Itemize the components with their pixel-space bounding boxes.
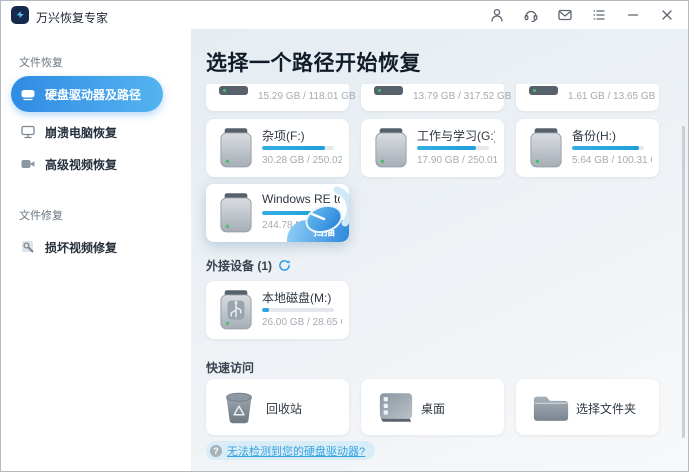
sidebar-item-label: 硬盘驱动器及路径	[45, 86, 141, 103]
drive-card-windows-re[interactable]: Windows RE to 244.78 MB / 98 扫描	[206, 184, 349, 242]
drive-card-work-g[interactable]: 工作与学习(G:) 17.90 GB / 250.01 GB	[361, 119, 504, 177]
quick-card-label: 回收站	[266, 400, 302, 417]
menu-icon[interactable]	[590, 6, 608, 24]
help-link-text: 无法检测到您的硬盘驱动器?	[227, 443, 365, 459]
capacity-bar	[262, 146, 334, 150]
drive-row-hover: Windows RE to 244.78 MB / 98 扫描	[206, 184, 349, 242]
drive-icon	[374, 86, 403, 95]
drive-icon	[374, 128, 408, 170]
drive-name: 杂项(F:)	[262, 127, 305, 144]
drive-size: 17.90 GB / 250.01 GB	[417, 155, 497, 166]
quick-card-label: 选择文件夹	[576, 400, 636, 417]
titlebar-actions	[488, 1, 676, 29]
drive-size: 5.64 GB / 100.31 GB	[572, 155, 652, 166]
usb-drive-icon	[219, 290, 253, 332]
drive-size: 26.00 GB / 28.65 GB	[262, 317, 342, 328]
quick-card-desktop[interactable]: 桌面	[361, 379, 504, 435]
vertical-scrollbar[interactable]	[682, 126, 685, 438]
desktop-icon	[377, 391, 415, 424]
capacity-bar	[262, 308, 334, 312]
app-title: 万兴恢复专家	[36, 9, 108, 26]
question-icon: ?	[210, 445, 222, 457]
drive-icon	[219, 128, 253, 170]
drive-icon	[219, 193, 253, 235]
user-icon[interactable]	[488, 6, 506, 24]
drive-card-misc-f[interactable]: 杂项(F:) 30.28 GB / 250.02 GB	[206, 119, 349, 177]
quick-access-row: 回收站 桌面 选择文件夹	[206, 379, 659, 435]
external-devices-label: 外接设备 (1)	[206, 257, 272, 274]
recycle-bin-icon	[222, 391, 256, 425]
external-drive-row: 本地磁盘(M:) 26.00 GB / 28.65 GB	[206, 281, 349, 339]
quick-card-select-folder[interactable]: 选择文件夹	[516, 379, 659, 435]
drive-size: 30.28 GB / 250.02 GB	[262, 155, 342, 166]
app-window: 万兴恢复专家 文件恢复 硬盘驱动器及路	[0, 0, 689, 472]
monitor-icon	[20, 124, 36, 140]
refresh-icon[interactable]	[278, 259, 291, 272]
sidebar-item-corrupted-video-repair[interactable]: 损坏视频修复	[11, 232, 163, 262]
drive-not-detected-help[interactable]: ? 无法检测到您的硬盘驱动器?	[206, 441, 375, 460]
sidebar: 文件恢复 硬盘驱动器及路径 崩溃电脑恢复 高级视频恢复 文件修复 损坏视频修复	[1, 29, 191, 471]
drive-name: 工作与学习(G:)	[417, 127, 495, 144]
quick-card-recycle-bin[interactable]: 回收站	[206, 379, 349, 435]
drive-row-partial: 15.29 GB / 118.01 GB 13.79 GB / 317.52 G…	[206, 84, 659, 111]
folder-icon	[532, 393, 570, 424]
capacity-bar	[572, 146, 644, 150]
drive-size: 1.61 GB / 13.65 GB	[568, 91, 655, 102]
sidebar-item-advanced-video-recovery[interactable]: 高级视频恢复	[11, 149, 163, 179]
drive-icon	[529, 128, 563, 170]
sidebar-section-file-recovery: 文件恢复	[19, 54, 63, 70]
partial-drive-card[interactable]: 1.61 GB / 13.65 GB	[516, 84, 659, 111]
drive-name: 备份(H:)	[572, 127, 616, 144]
quick-card-label: 桌面	[421, 400, 445, 417]
drive-name: 本地磁盘(M:)	[262, 289, 331, 306]
capacity-bar	[417, 146, 489, 150]
partial-drive-card[interactable]: 15.29 GB / 118.01 GB	[206, 84, 349, 111]
mail-icon[interactable]	[556, 6, 574, 24]
sidebar-item-crashed-computer-recovery[interactable]: 崩溃电脑恢复	[11, 117, 163, 147]
scan-lens-icon	[297, 186, 349, 242]
headset-icon[interactable]	[522, 6, 540, 24]
drive-icon	[219, 86, 248, 95]
external-devices-section: 外接设备 (1)	[206, 257, 291, 274]
sidebar-item-label: 崩溃电脑恢复	[45, 124, 117, 141]
titlebar: 万兴恢复专家	[1, 1, 688, 29]
drive-icon	[529, 86, 558, 95]
drive-card-backup-h[interactable]: 备份(H:) 5.64 GB / 100.31 GB	[516, 119, 659, 177]
main-panel: 选择一个路径开始恢复 15.29 GB / 118.01 GB 13.79 GB…	[191, 29, 688, 471]
video-icon	[20, 156, 36, 172]
close-icon[interactable]	[658, 6, 676, 24]
minimize-icon[interactable]	[624, 6, 642, 24]
quick-access-label: 快速访问	[206, 359, 254, 376]
drive-icon	[20, 86, 36, 102]
sidebar-section-file-repair: 文件修复	[19, 207, 63, 223]
sidebar-item-label: 高级视频恢复	[45, 156, 117, 173]
drive-row: 杂项(F:) 30.28 GB / 250.02 GB 工作与学习(G:) 17…	[206, 119, 659, 177]
sidebar-item-hard-drives-and-paths[interactable]: 硬盘驱动器及路径	[11, 76, 163, 112]
page-title: 选择一个路径开始恢复	[206, 47, 421, 77]
wrench-icon	[20, 239, 36, 255]
drive-size: 13.79 GB / 317.52 GB	[413, 91, 511, 102]
sidebar-item-label: 损坏视频修复	[45, 239, 117, 256]
app-logo-icon	[11, 6, 29, 24]
drive-size: 15.29 GB / 118.01 GB	[258, 91, 356, 102]
drive-card-local-m[interactable]: 本地磁盘(M:) 26.00 GB / 28.65 GB	[206, 281, 349, 339]
partial-drive-card[interactable]: 13.79 GB / 317.52 GB	[361, 84, 504, 111]
